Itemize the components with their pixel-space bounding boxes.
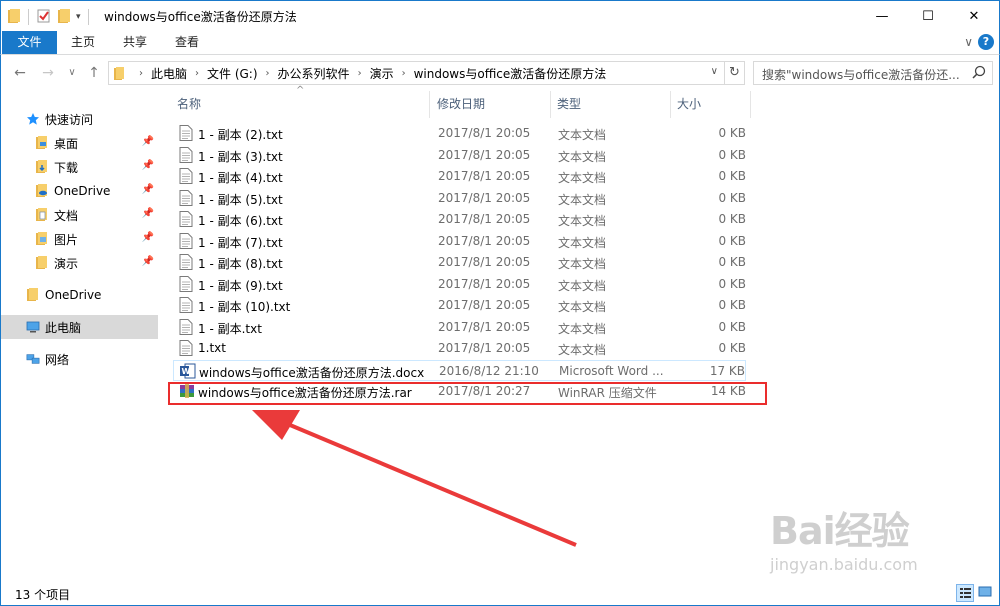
- large-icons-view-icon[interactable]: [977, 584, 995, 602]
- item-count: 13 个项目: [15, 588, 71, 602]
- watermark-url: jingyan.baidu.com: [770, 555, 918, 574]
- details-view-icon[interactable]: [956, 584, 974, 602]
- watermark-brand: Bai经验: [770, 509, 910, 553]
- status-bar: 13 个项目: [0, 581, 1000, 606]
- baidu-watermark: Bai经验 jingyan.baidu.com: [770, 500, 950, 580]
